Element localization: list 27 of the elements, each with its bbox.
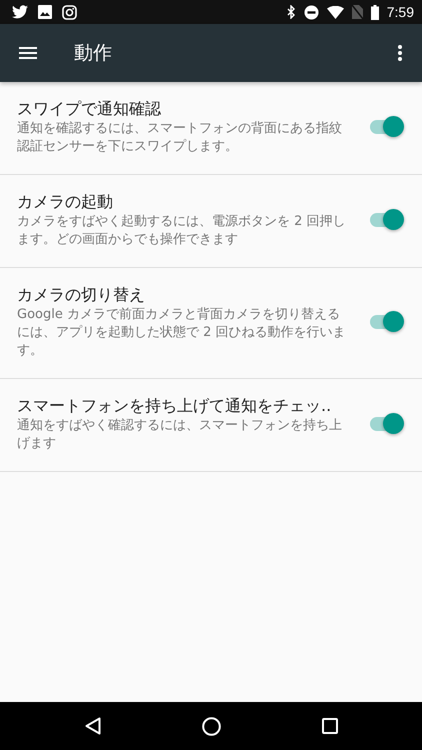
setting-title: カメラの切り替え xyxy=(17,284,146,306)
do-not-disturb-icon xyxy=(304,4,319,20)
more-options-icon[interactable] xyxy=(398,45,402,61)
menu-icon[interactable] xyxy=(19,47,37,59)
home-icon[interactable] xyxy=(202,716,220,736)
bluetooth-icon xyxy=(286,5,296,19)
bird-icon xyxy=(12,5,28,19)
setting-title: スマートフォンを持ち上げて通知をチェッ.. xyxy=(17,395,332,417)
setting-summary: 通知をすばやく確認するには、スマートフォンを持ち上げます xyxy=(17,417,343,453)
toggle-switch[interactable] xyxy=(368,413,404,435)
setting-summary: Google カメラで前面カメラと背面カメラを切り替えるには、アプリを起動した状態で 2 回ひねる動作を行います。 xyxy=(17,306,347,360)
back-icon[interactable] xyxy=(84,717,100,735)
image-icon xyxy=(38,5,52,19)
screen-title: 動作 xyxy=(74,41,113,66)
setting-title: スワイプで通知確認 xyxy=(17,98,162,120)
setting-title: カメラの起動 xyxy=(17,191,114,213)
clock-time: 7:59 xyxy=(386,4,414,20)
battery-icon xyxy=(370,4,379,20)
setting-summary: 通知を確認するには、スマートフォンの背面にある指紋認証センサーを下にスワイプします。 xyxy=(17,120,343,156)
toggle-switch[interactable] xyxy=(368,116,404,138)
toggle-switch[interactable] xyxy=(368,209,404,231)
wifi-icon xyxy=(326,6,344,18)
camera-outline-icon xyxy=(62,4,77,20)
toggle-switch[interactable] xyxy=(368,311,404,333)
setting-summary: カメラをすばやく起動するには、電源ボタンを 2 回押します。どの画面からでも操作できます xyxy=(17,213,347,249)
recents-icon[interactable] xyxy=(322,718,338,734)
no-sim-icon xyxy=(352,5,363,19)
